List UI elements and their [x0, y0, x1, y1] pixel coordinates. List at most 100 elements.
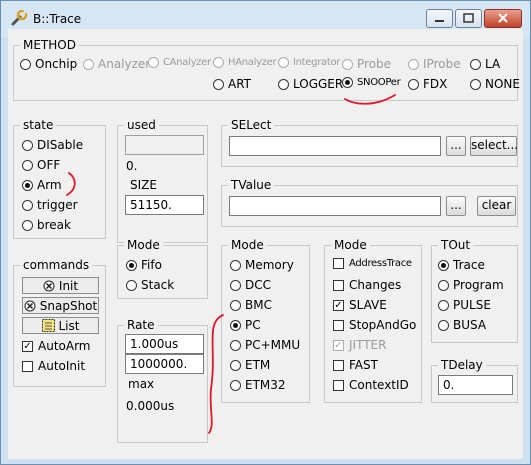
radio-icon — [278, 57, 289, 68]
wrench-icon — [11, 9, 28, 26]
select-browse-button[interactable]: ... — [446, 136, 466, 156]
radio-icon — [438, 259, 449, 271]
fast-checkbox[interactable]: FAST — [333, 358, 378, 372]
mode1-title: Mode — [124, 238, 163, 252]
tout-trace-radio[interactable]: Trace — [438, 258, 485, 272]
checkbox-icon — [333, 379, 344, 391]
mode-fifo-group: Mode Fifo Stack — [117, 238, 208, 299]
snapshot-button[interactable]: SnapShot — [22, 297, 99, 314]
window-title: B::Trace — [33, 12, 82, 26]
checkbox-icon — [333, 319, 344, 331]
radio-icon — [230, 359, 241, 371]
used-group: used 0. SIZE 51150. — [117, 118, 208, 243]
method-group: METHOD Onchip Analyzer CAnalyzer HAnalyz… — [13, 38, 520, 101]
rate-group: Rate 1.000us 1000000. max 0.000us — [117, 318, 208, 443]
radio-icon — [230, 319, 241, 331]
maximize-button[interactable] — [455, 9, 482, 28]
radio-icon — [22, 159, 33, 171]
rate-field[interactable]: 1.000us — [125, 334, 204, 354]
tvalue-field[interactable] — [229, 196, 441, 216]
size-title: SIZE — [128, 178, 159, 192]
method-none-radio[interactable]: NONE — [470, 77, 520, 91]
init-button[interactable]: Init — [22, 277, 99, 294]
max-value: 0.000us — [126, 399, 175, 413]
select-field[interactable] — [229, 136, 441, 156]
clear-button[interactable]: clear — [477, 196, 516, 216]
mode-etm-radio[interactable]: ETM — [230, 358, 270, 372]
mode-dcc-radio[interactable]: DCC — [230, 278, 271, 292]
mode-memory-radio[interactable]: Memory — [230, 258, 294, 272]
max-label: max — [128, 377, 155, 391]
mode-options-group: Mode AddressTrace Changes ✓ SLAVE StopAnd… — [324, 238, 422, 403]
method-fdx-radio[interactable]: FDX — [408, 77, 447, 91]
addresstrace-checkbox[interactable]: AddressTrace — [333, 258, 412, 269]
jitter-checkbox[interactable]: ✓ JITTER — [333, 338, 386, 352]
contextid-checkbox[interactable]: ContextID — [333, 378, 409, 392]
mode3-title: Mode — [331, 238, 370, 252]
changes-checkbox[interactable]: Changes — [333, 278, 401, 292]
method-art-radio[interactable]: ART — [213, 77, 251, 91]
state-title: state — [20, 118, 57, 132]
radio-icon — [230, 279, 241, 291]
state-off-radio[interactable]: OFF — [22, 158, 60, 172]
tvalue-title: TValue — [228, 178, 275, 192]
tout-pulse-radio[interactable]: PULSE — [438, 298, 491, 312]
method-iprobe-radio[interactable]: IProbe — [408, 57, 461, 71]
check-icon: ✓ — [333, 299, 344, 311]
client-area: METHOD Onchip Analyzer CAnalyzer HAnalyz… — [8, 29, 523, 459]
used-field — [125, 135, 204, 155]
init-icon — [43, 280, 55, 291]
rate-count-field[interactable]: 1000000. — [125, 354, 204, 374]
state-trigger-radio[interactable]: trigger — [22, 198, 78, 212]
radio-icon — [22, 219, 33, 231]
method-analyzer-radio[interactable]: Analyzer — [83, 57, 150, 71]
method-logger-radio[interactable]: LOGGER — [278, 77, 343, 91]
radio-icon — [126, 259, 137, 271]
autoarm-checkbox[interactable]: ✓ AutoArm — [22, 339, 90, 353]
radio-icon — [470, 58, 481, 70]
select-button[interactable]: select... — [470, 136, 518, 156]
state-arm-radio[interactable]: Arm — [22, 178, 62, 192]
radio-icon — [342, 77, 353, 88]
tout-busa-radio[interactable]: BUSA — [438, 318, 486, 332]
method-snooper-radio[interactable]: SNOOPer — [342, 77, 401, 88]
tout-program-radio[interactable]: Program — [438, 278, 504, 292]
radio-icon — [342, 58, 353, 70]
check-icon: ✓ — [333, 339, 344, 351]
list-button[interactable]: List — [22, 317, 99, 334]
method-probe-radio[interactable]: Probe — [342, 57, 391, 71]
mode-pc-mmu-radio[interactable]: PC+MMU — [230, 338, 300, 352]
mode-fifo-radio[interactable]: Fifo — [126, 258, 162, 272]
minimize-button[interactable] — [426, 9, 453, 28]
method-onchip-radio[interactable]: Onchip — [20, 57, 77, 71]
commands-title: commands — [20, 258, 93, 272]
close-button[interactable] — [484, 9, 522, 28]
slave-checkbox[interactable]: ✓ SLAVE — [333, 298, 387, 312]
size-field[interactable]: 51150. — [125, 195, 204, 215]
mode-etm32-radio[interactable]: ETM32 — [230, 378, 286, 392]
mode-stack-radio[interactable]: Stack — [126, 278, 174, 292]
radio-icon — [408, 78, 419, 90]
radio-icon — [148, 57, 159, 68]
snapshot-icon — [24, 300, 36, 311]
commands-group: commands Init SnapShot List ✓ AutoArm Aut… — [13, 258, 106, 387]
method-la-radio[interactable]: LA — [470, 57, 500, 71]
method-canalyzer-radio[interactable]: CAnalyzer — [148, 57, 211, 68]
method-hanalyzer-radio[interactable]: HAnalyzer — [213, 57, 277, 68]
mode-pc-radio[interactable]: PC — [230, 318, 261, 332]
state-disable-radio[interactable]: DISable — [22, 138, 83, 152]
used-readout: 0. — [126, 159, 138, 173]
mode2-title: Mode — [228, 238, 267, 252]
method-integrator-radio[interactable]: Integrator — [278, 57, 340, 68]
tdelay-field[interactable]: 0. — [438, 375, 513, 395]
state-break-radio[interactable]: break — [22, 218, 71, 232]
radio-icon — [22, 179, 33, 191]
radio-icon — [230, 259, 241, 271]
stopandgo-checkbox[interactable]: StopAndGo — [333, 318, 416, 332]
tvalue-browse-button[interactable]: ... — [446, 196, 466, 216]
tout-group: TOut Trace Program PULSE BUSA — [431, 238, 518, 343]
radio-icon — [230, 299, 241, 311]
autoinit-checkbox[interactable]: AutoInit — [22, 359, 85, 373]
tdelay-title: TDelay — [438, 358, 486, 372]
mode-bmc-radio[interactable]: BMC — [230, 298, 272, 312]
